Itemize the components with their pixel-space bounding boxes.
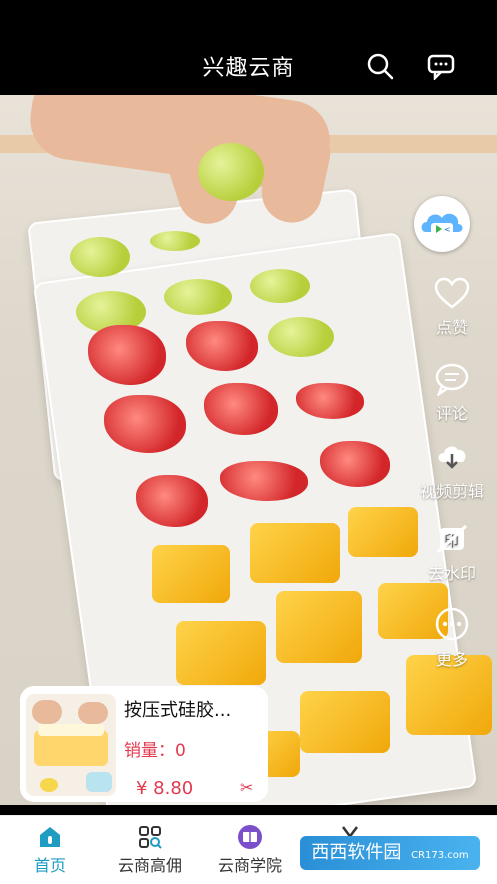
- scissors-icon[interactable]: ✂: [240, 778, 253, 797]
- cloud-download-icon: [438, 446, 466, 469]
- watermark-text: 西西软件园: [311, 842, 402, 863]
- mango: [300, 691, 390, 753]
- mango: [176, 621, 266, 685]
- tab-high-commission-label: 云商高佣: [117, 856, 182, 875]
- tab-home[interactable]: 首页: [0, 816, 100, 884]
- more-label: 更多: [435, 650, 468, 669]
- sales-value: 0: [175, 741, 186, 761]
- sales-count: 销量：0: [124, 736, 186, 761]
- remove-watermark-button[interactable]: 印 去水印: [407, 522, 497, 584]
- cloud-logo-icon: <: [421, 213, 463, 235]
- tab-academy-label: 云商学院: [217, 856, 282, 875]
- video-edit-button[interactable]: 视频剪辑: [407, 440, 497, 502]
- home-icon: [40, 827, 60, 847]
- product-card[interactable]: 按压式硅胶... 销量：0 ¥ 8.80 ✂: [20, 686, 268, 802]
- grape: [268, 317, 334, 357]
- grape: [250, 269, 310, 303]
- grid-search-icon: [139, 826, 162, 849]
- remove-watermark-label: 去水印: [427, 564, 476, 583]
- sales-label: 销量：: [124, 741, 175, 761]
- tab-home-label: 首页: [33, 856, 66, 875]
- top-bar: 兴趣云商: [0, 0, 497, 95]
- grape: [164, 279, 232, 315]
- held-grape: [198, 143, 264, 201]
- more-icon: [435, 607, 469, 641]
- stamp-icon: 印: [436, 524, 468, 554]
- app-title: 兴趣云商: [202, 56, 295, 81]
- mango: [276, 591, 362, 663]
- more-button[interactable]: 更多: [407, 606, 497, 670]
- grape: [150, 231, 200, 251]
- like-label: 点赞: [435, 318, 468, 337]
- comment-label: 评论: [435, 404, 468, 423]
- product-name: 按压式硅胶...: [124, 700, 232, 721]
- tab-academy[interactable]: 云商学院: [200, 816, 300, 884]
- mango: [152, 545, 230, 603]
- heart-icon: [434, 277, 470, 309]
- like-button[interactable]: 点赞: [407, 276, 497, 338]
- video-edit-label: 视频剪辑: [419, 482, 484, 501]
- message-icon[interactable]: [427, 52, 455, 80]
- search-icon[interactable]: [366, 52, 394, 80]
- creator-avatar[interactable]: <: [414, 196, 470, 252]
- comment-icon: [435, 363, 469, 396]
- product-price: ¥ 8.80: [136, 778, 194, 799]
- site-watermark: 西西软件园 CR173.com: [300, 836, 480, 870]
- comment-button[interactable]: 评论: [407, 362, 497, 424]
- mango: [250, 523, 340, 583]
- svg-text:<: <: [444, 225, 451, 234]
- watermark-sub: CR173.com: [411, 850, 469, 861]
- grape: [70, 237, 130, 277]
- product-thumbnail: [26, 694, 116, 796]
- tab-high-commission[interactable]: 云商高佣: [100, 816, 200, 884]
- book-icon: [238, 825, 262, 849]
